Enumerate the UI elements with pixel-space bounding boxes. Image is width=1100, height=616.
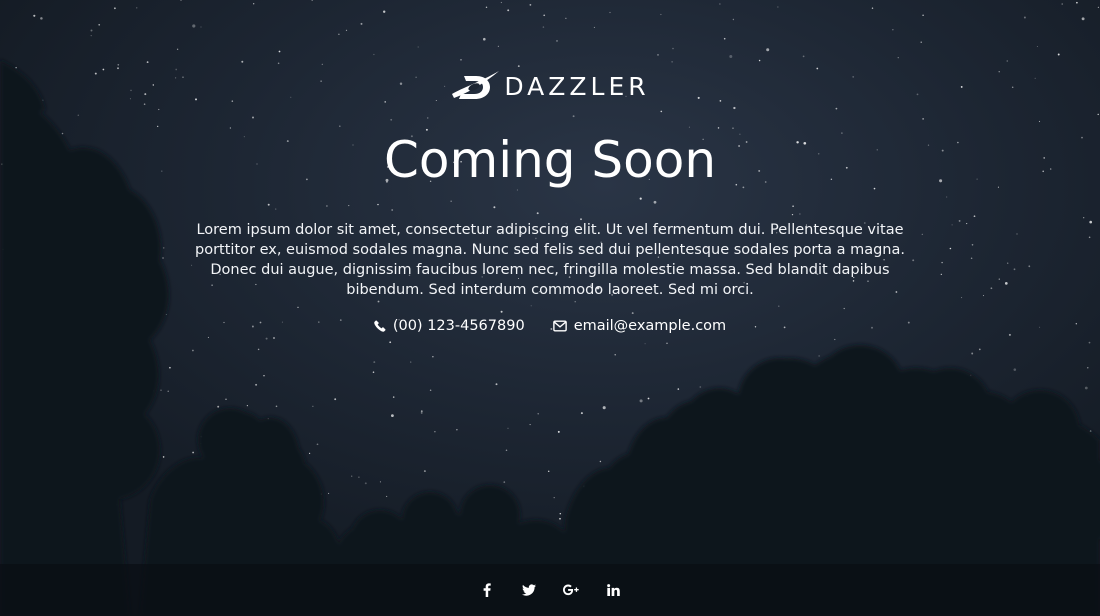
google-plus-link[interactable] [550, 564, 592, 616]
coming-soon-page: DAZZLER Coming Soon Lorem ipsum dolor si… [0, 0, 1100, 616]
envelope-icon [552, 320, 567, 332]
page-description: Lorem ipsum dolor sit amet, consectetur … [195, 222, 905, 298]
email-address: email@example.com [573, 318, 727, 334]
dazzler-logo-icon [452, 71, 500, 99]
phone-number: (00) 123-4567890 [392, 318, 525, 334]
twitter-link[interactable] [508, 564, 550, 616]
linkedin-icon [606, 584, 620, 596]
twitter-icon [522, 584, 536, 596]
phone-icon [374, 320, 386, 332]
brand-name: DAZZLER [504, 71, 650, 101]
contact-info: (00) 123-4567890 email@example.com [0, 318, 1100, 334]
email-link[interactable]: email@example.com [552, 318, 727, 334]
linkedin-link[interactable] [592, 564, 634, 616]
social-footer [0, 564, 1100, 616]
facebook-icon [483, 583, 491, 597]
facebook-link[interactable] [466, 564, 508, 616]
page-title: Coming Soon [383, 131, 717, 189]
phone-link[interactable]: (00) 123-4567890 [374, 318, 525, 334]
brand-logo[interactable]: DAZZLER [0, 68, 1100, 104]
google-plus-icon [563, 584, 579, 596]
